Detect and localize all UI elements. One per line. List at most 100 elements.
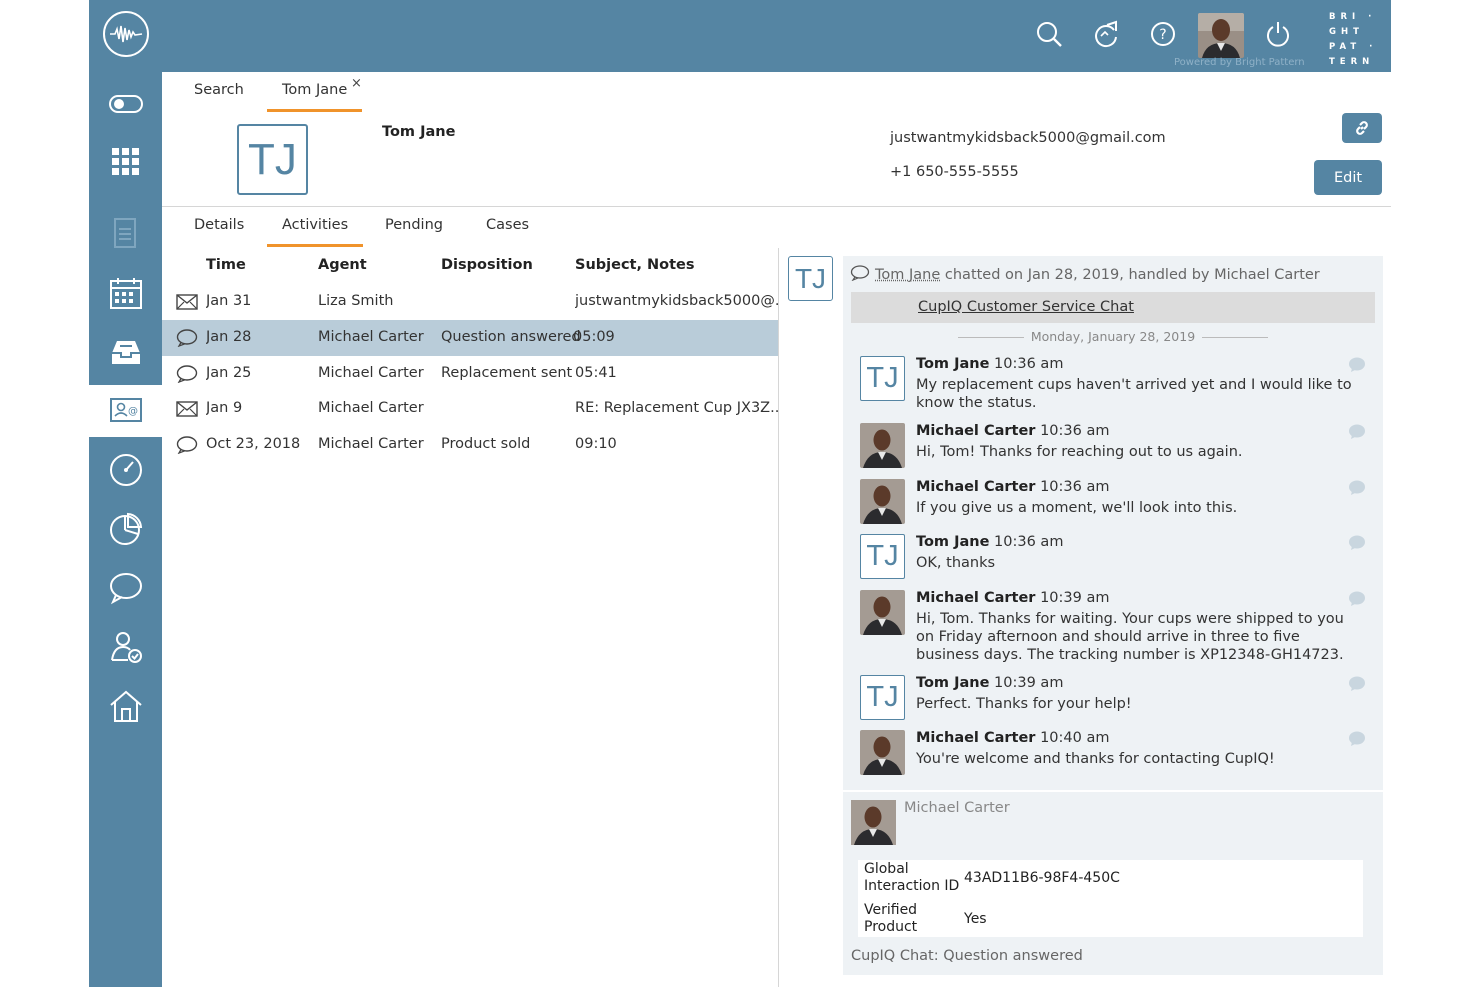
cell-time: Jan 25 bbox=[206, 365, 252, 381]
table-row-selected[interactable]: Jan 28 Michael Carter Question answered … bbox=[162, 320, 778, 356]
property-key: Global Interaction ID bbox=[864, 861, 960, 894]
cell-notes: RE: Replacement Cup JX3Z... bbox=[575, 400, 778, 416]
contact-email[interactable]: justwantmykidsback5000@gmail.com bbox=[890, 130, 1166, 146]
property-key: Verified Product bbox=[864, 902, 918, 935]
contact-name: Tom Jane bbox=[382, 124, 456, 140]
table-row[interactable]: Jan 9 Michael Carter RE: Replacement Cup… bbox=[162, 391, 778, 427]
user-avatar[interactable] bbox=[1198, 13, 1244, 58]
chat-title[interactable]: CupIQ Customer Service Chat bbox=[918, 299, 1134, 315]
cell-disposition: Replacement sent bbox=[441, 365, 573, 381]
chat-bubble-icon bbox=[850, 265, 870, 282]
message-text: Perfect. Thanks for your help! bbox=[916, 696, 1132, 712]
property-value: 43AD11B6-98F4-450C bbox=[964, 870, 1120, 886]
message-text: My replacement cups haven't arrived yet … bbox=[916, 377, 1352, 411]
inbox-icon[interactable] bbox=[89, 326, 162, 378]
tab-activities[interactable]: Activities bbox=[267, 217, 364, 247]
close-tab-icon[interactable]: × bbox=[351, 76, 362, 91]
chat-bubble-icon bbox=[176, 436, 198, 454]
column-header-disposition[interactable]: Disposition bbox=[441, 257, 533, 273]
contact-phone[interactable]: +1 650-555-5555 bbox=[890, 164, 1019, 180]
table-row[interactable]: Jan 31 Liza Smith justwantmykidsback5000… bbox=[162, 284, 778, 320]
date-separator: Monday, January 28, 2019 bbox=[958, 329, 1268, 344]
message-text: Hi, Tom. Thanks for waiting. Your cups w… bbox=[916, 611, 1344, 663]
header-divider bbox=[162, 206, 1391, 207]
tab-pending[interactable]: Pending bbox=[385, 217, 443, 247]
powered-by-text: Powered by Bright Pattern bbox=[1174, 57, 1305, 68]
calendar-icon[interactable] bbox=[89, 267, 162, 319]
table-row[interactable]: Oct 23, 2018 Michael Carter Product sold… bbox=[162, 427, 778, 463]
app-logo-icon[interactable] bbox=[103, 11, 149, 57]
property-value: Yes bbox=[964, 911, 987, 927]
edit-button[interactable]: Edit bbox=[1314, 160, 1382, 195]
agent-avatar bbox=[860, 423, 905, 468]
message-text: OK, thanks bbox=[916, 555, 996, 571]
table-row[interactable]: Jan 25 Michael Carter Replacement sent 0… bbox=[162, 356, 778, 392]
email-icon bbox=[176, 401, 198, 417]
chat-icon[interactable] bbox=[89, 562, 162, 614]
column-header-agent[interactable]: Agent bbox=[318, 257, 367, 273]
tab-tom-jane[interactable]: Tom Jane bbox=[267, 82, 363, 112]
dashboard-gauge-icon[interactable] bbox=[89, 444, 162, 496]
summary-text: chatted on Jan 28, 2019, handled by Mich… bbox=[940, 267, 1320, 283]
message-text: Hi, Tom! Thanks for reaching out to us a… bbox=[916, 444, 1243, 460]
disposition-text: CupIQ Chat: Question answered bbox=[851, 948, 1083, 964]
contacts-icon[interactable]: @ bbox=[89, 385, 162, 437]
column-header-time[interactable]: Time bbox=[206, 257, 246, 273]
agent-avatar bbox=[860, 590, 905, 635]
brand-logo: BRI · GHT PAT · TERN bbox=[1329, 12, 1378, 67]
reports-pie-icon[interactable] bbox=[89, 503, 162, 555]
message-header: Michael Carter 10:40 am bbox=[916, 730, 1110, 746]
link-button[interactable] bbox=[1342, 113, 1382, 143]
cell-disposition: Question answered bbox=[441, 329, 581, 345]
link-icon bbox=[1356, 121, 1368, 135]
dialpad-icon[interactable] bbox=[89, 136, 162, 188]
svg-text:@: @ bbox=[128, 406, 138, 417]
agent-avatar bbox=[851, 800, 896, 845]
documents-icon[interactable] bbox=[89, 208, 162, 260]
message-header: Michael Carter 10:39 am bbox=[916, 590, 1110, 606]
cell-notes: justwantmykidsback5000@... bbox=[575, 293, 778, 309]
cell-time: Oct 23, 2018 bbox=[206, 436, 301, 452]
power-icon[interactable] bbox=[1262, 18, 1294, 50]
contact-avatar-small: TJ bbox=[788, 256, 833, 301]
message-bubble-icon bbox=[1349, 424, 1365, 439]
column-header-subject[interactable]: Subject, Notes bbox=[575, 257, 695, 273]
message-bubble-icon bbox=[1349, 676, 1365, 691]
search-icon[interactable] bbox=[1033, 18, 1065, 50]
cell-disposition: Product sold bbox=[441, 436, 531, 452]
tj-avatar: TJ bbox=[860, 356, 905, 401]
refresh-share-icon[interactable] bbox=[1090, 18, 1122, 50]
pane-splitter[interactable] bbox=[778, 248, 779, 987]
message-text: You're welcome and thanks for contacting… bbox=[916, 751, 1275, 767]
agent-avatar bbox=[860, 479, 905, 524]
cell-agent: Michael Carter bbox=[318, 329, 424, 345]
status-toggle-icon[interactable] bbox=[89, 78, 162, 130]
message-header: Michael Carter 10:36 am bbox=[916, 423, 1110, 439]
cell-time: Jan 9 bbox=[206, 400, 243, 416]
cell-agent: Michael Carter bbox=[318, 365, 424, 381]
tab-details[interactable]: Details bbox=[194, 217, 244, 247]
home-icon[interactable] bbox=[89, 680, 162, 732]
cell-time: Jan 31 bbox=[206, 293, 252, 309]
message-bubble-icon bbox=[1349, 480, 1365, 495]
agent-avatar bbox=[860, 730, 905, 775]
tab-cases[interactable]: Cases bbox=[486, 217, 529, 247]
help-icon[interactable]: ? bbox=[1147, 18, 1179, 50]
chat-summary: Tom Jane chatted on Jan 28, 2019, handle… bbox=[850, 265, 1320, 283]
contact-avatar: TJ bbox=[237, 124, 308, 195]
agent-name: Michael Carter bbox=[904, 800, 1010, 816]
message-header: Tom Jane 10:39 am bbox=[916, 675, 1064, 691]
user-check-icon[interactable] bbox=[89, 621, 162, 673]
summary-contact-name[interactable]: Tom Jane bbox=[875, 267, 940, 283]
svg-text:?: ? bbox=[1159, 27, 1166, 43]
chat-title-bar: CupIQ Customer Service Chat bbox=[851, 292, 1375, 323]
message-header: Michael Carter 10:36 am bbox=[916, 479, 1110, 495]
message-header: Tom Jane 10:36 am bbox=[916, 534, 1064, 550]
message-text: If you give us a moment, we'll look into… bbox=[916, 500, 1238, 516]
properties-table: Global Interaction ID 43AD11B6-98F4-450C… bbox=[858, 860, 1363, 937]
cell-agent: Michael Carter bbox=[318, 436, 424, 452]
top-bar: ? Powered by Bright Pattern BRI · GHT PA… bbox=[162, 0, 1391, 72]
message-bubble-icon bbox=[1349, 591, 1365, 606]
email-icon bbox=[176, 294, 198, 310]
tab-search[interactable]: Search bbox=[194, 82, 244, 112]
